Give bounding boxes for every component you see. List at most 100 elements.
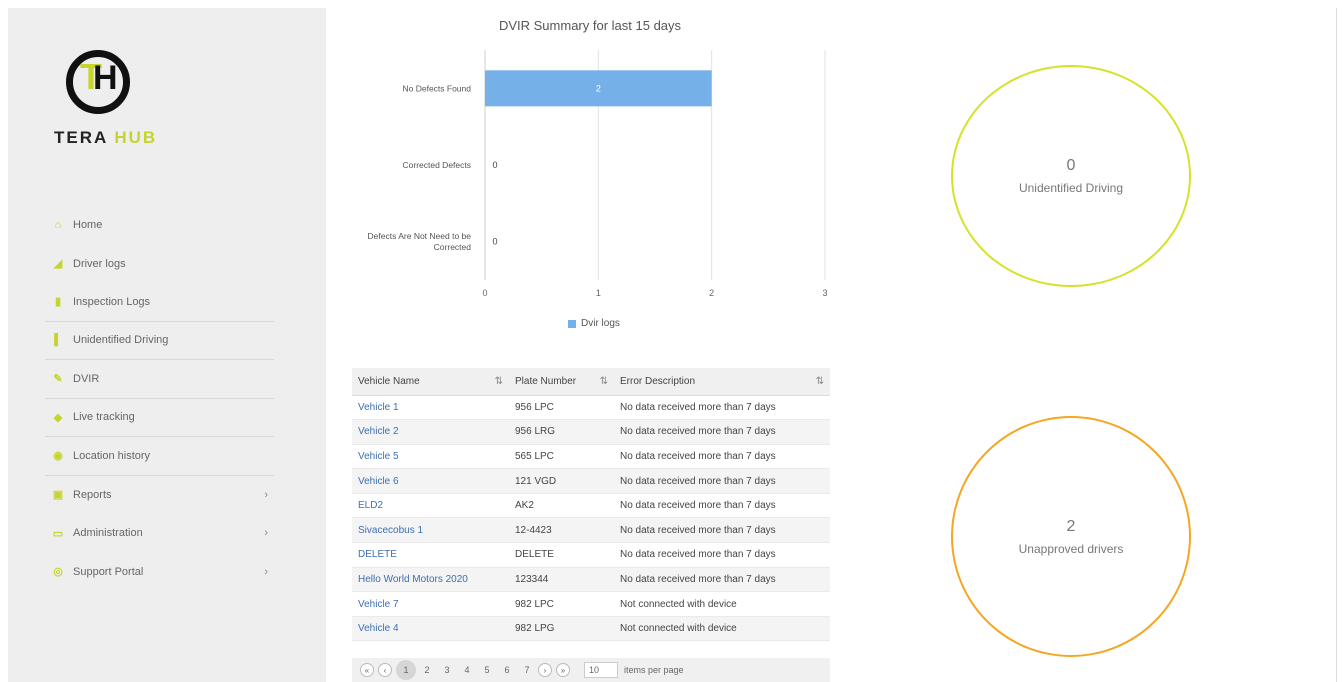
unapproved-count: 2 — [1066, 517, 1076, 535]
cell-error-description: No data received more than 7 days — [614, 444, 830, 470]
cell-error-description: No data received more than 7 days — [614, 567, 830, 593]
cell-error-description: Not connected with device — [614, 616, 830, 642]
sort-icon[interactable]: ⇅ — [816, 376, 824, 387]
sidebar-nav: ⌂ Home ◢ Driver logs ▮ Inspection Logs ▌ Uniden… — [45, 206, 274, 591]
page-7-button[interactable]: 7 — [518, 665, 536, 675]
cell-vehicle-name[interactable]: Vehicle 5 — [352, 444, 509, 470]
logo[interactable]: T H TERA HUB — [54, 50, 184, 148]
cell-error-description: No data received more than 7 days — [614, 419, 830, 445]
cell-vehicle-name[interactable]: Sivacecobus 1 — [352, 517, 509, 544]
cell-error-description: No data received more than 7 days — [614, 493, 830, 519]
page-edge — [1336, 8, 1337, 682]
first-page-icon[interactable]: « — [360, 663, 374, 677]
inspection-icon: ▮ — [54, 296, 62, 309]
page-1-button[interactable]: 1 — [396, 660, 416, 680]
cell-error-description: No data received more than 7 days — [614, 395, 830, 421]
sidebar-item-reports[interactable]: ▣ Reports › — [45, 476, 274, 515]
sidebar-item-label: Support Portal — [73, 565, 144, 578]
sidebar-item-live-tracking[interactable]: ◆ Live tracking — [45, 399, 274, 437]
cell-error-description: No data received more than 7 days — [614, 517, 830, 544]
wrench-icon: ✎ — [53, 373, 63, 386]
x-tick-label: 0 — [482, 288, 487, 298]
cell-vehicle-name[interactable]: Vehicle 1 — [352, 395, 509, 421]
next-page-icon[interactable]: › — [538, 663, 552, 677]
data-label: 2 — [596, 83, 601, 93]
sidebar-item-inspection-logs[interactable]: ▮ Inspection Logs — [45, 283, 274, 322]
unapproved-label: Unapproved drivers — [1018, 541, 1124, 556]
page-6-button[interactable]: 6 — [498, 665, 516, 675]
header-error-description[interactable]: Error Description ⇅ — [614, 368, 830, 396]
page-2-button[interactable]: 2 — [418, 665, 436, 675]
category-label: Defects Are Not Need to be — [368, 231, 472, 241]
cell-vehicle-name[interactable]: Hello World Motors 2020 — [352, 567, 509, 593]
cell-plate-number: 565 LPC — [508, 444, 614, 470]
sidebar-item-label: DVIR — [73, 372, 100, 385]
table-row[interactable]: Vehicle 4 982 LPG Not connected with devic… — [352, 616, 830, 642]
sidebar-item-support-portal[interactable]: ◎ Support Portal › — [45, 553, 274, 592]
table-row[interactable]: DELETE DELETE No data received more than 7… — [352, 542, 830, 568]
header-plate-number[interactable]: Plate Number ⇅ — [508, 368, 614, 396]
category-label: Corrected Defects — [403, 160, 472, 170]
chevron-right-icon: › — [264, 488, 268, 501]
unidentified-driving-stat[interactable]: 0 Unidentified Driving — [951, 65, 1191, 287]
table-row[interactable]: Vehicle 1 956 LPC No data received more th… — [352, 395, 830, 421]
chevron-right-icon: › — [264, 527, 268, 540]
data-label: 0 — [492, 160, 497, 170]
page-size-select[interactable]: 10 — [584, 662, 618, 678]
history-icon: ◉ — [53, 450, 63, 463]
cell-vehicle-name[interactable]: Vehicle 6 — [352, 468, 509, 494]
cell-plate-number: 12-4423 — [508, 517, 614, 544]
unidentified-count: 0 — [1066, 157, 1076, 174]
header-vehicle-name[interactable]: Vehicle Name ⇅ — [352, 368, 509, 396]
reports-icon: ▣ — [52, 489, 64, 502]
header-error-description-label: Error Description — [620, 375, 696, 387]
sidebar-item-driver-logs[interactable]: ◢ Driver logs — [45, 245, 274, 284]
sort-icon[interactable]: ⇅ — [600, 376, 608, 387]
sidebar-item-home[interactable]: ⌂ Home — [45, 206, 274, 245]
table-row[interactable]: Vehicle 7 982 LPC Not connected with devic… — [352, 591, 830, 617]
cell-plate-number: 982 LPC — [508, 591, 614, 617]
data-label: 0 — [492, 237, 497, 247]
unapproved-drivers-stat[interactable]: 2 Unapproved drivers — [951, 416, 1191, 657]
sidebar-item-label: Driver logs — [73, 257, 126, 270]
chevron-right-icon: › — [264, 565, 268, 578]
unidentified-icon: ▌ — [54, 334, 62, 347]
sidebar-item-label: Administration — [73, 527, 143, 540]
home-icon: ⌂ — [54, 219, 62, 232]
cell-vehicle-name[interactable]: ELD2 — [352, 493, 509, 519]
cell-plate-number: 982 LPG — [508, 616, 614, 642]
header-plate-number-label: Plate Number — [514, 375, 577, 387]
sidebar-item-label: Location history — [73, 449, 151, 462]
sidebar-item-location-history[interactable]: ◉ Location history — [45, 437, 274, 476]
sidebar-item-dvir[interactable]: ✎ DVIR — [45, 360, 274, 399]
table-row[interactable]: Vehicle 2 956 LRG No data received more th… — [352, 419, 830, 445]
sidebar-item-label: Home — [73, 219, 103, 232]
sidebar-item-label: Unidentified Driving — [73, 334, 169, 347]
table-row[interactable]: Vehicle 6 121 VGD No data received more th… — [352, 468, 830, 494]
table-row[interactable]: Hello World Motors 2020 123344 No data rec… — [352, 567, 830, 593]
page-size-label: items per page — [624, 665, 684, 675]
chart-legend[interactable]: Dvir logs — [568, 318, 620, 329]
x-tick-label: 1 — [596, 288, 601, 298]
sidebar-item-label: Live tracking — [73, 411, 135, 424]
page-5-button[interactable]: 5 — [478, 665, 496, 675]
cell-vehicle-name[interactable]: Vehicle 2 — [352, 419, 509, 445]
x-tick-label: 3 — [822, 288, 827, 298]
sort-icon[interactable]: ⇅ — [495, 376, 503, 387]
cell-vehicle-name[interactable]: Vehicle 4 — [352, 616, 509, 642]
page-3-button[interactable]: 3 — [438, 665, 456, 675]
sidebar-item-unidentified-driving[interactable]: ▌ Unidentified Driving — [45, 322, 274, 360]
category-label: No Defects Found — [402, 83, 471, 93]
support-icon: ◎ — [53, 566, 63, 579]
table-row[interactable]: ELD2 AK2 No data received more than 7 days — [352, 493, 830, 519]
prev-page-icon[interactable]: ‹ — [378, 663, 392, 677]
sidebar-item-administration[interactable]: ▭ Administration › — [45, 514, 274, 553]
table-row[interactable]: Vehicle 5 565 LPC No data received more th… — [352, 444, 830, 470]
chart-icon: ◢ — [53, 258, 63, 271]
page-4-button[interactable]: 4 — [458, 665, 476, 675]
last-page-icon[interactable]: » — [556, 663, 570, 677]
cell-plate-number: DELETE — [508, 542, 614, 568]
cell-vehicle-name[interactable]: Vehicle 7 — [352, 591, 509, 617]
table-row[interactable]: Sivacecobus 1 12-4423 No data received mor… — [352, 517, 830, 544]
cell-vehicle-name[interactable]: DELETE — [352, 542, 509, 568]
